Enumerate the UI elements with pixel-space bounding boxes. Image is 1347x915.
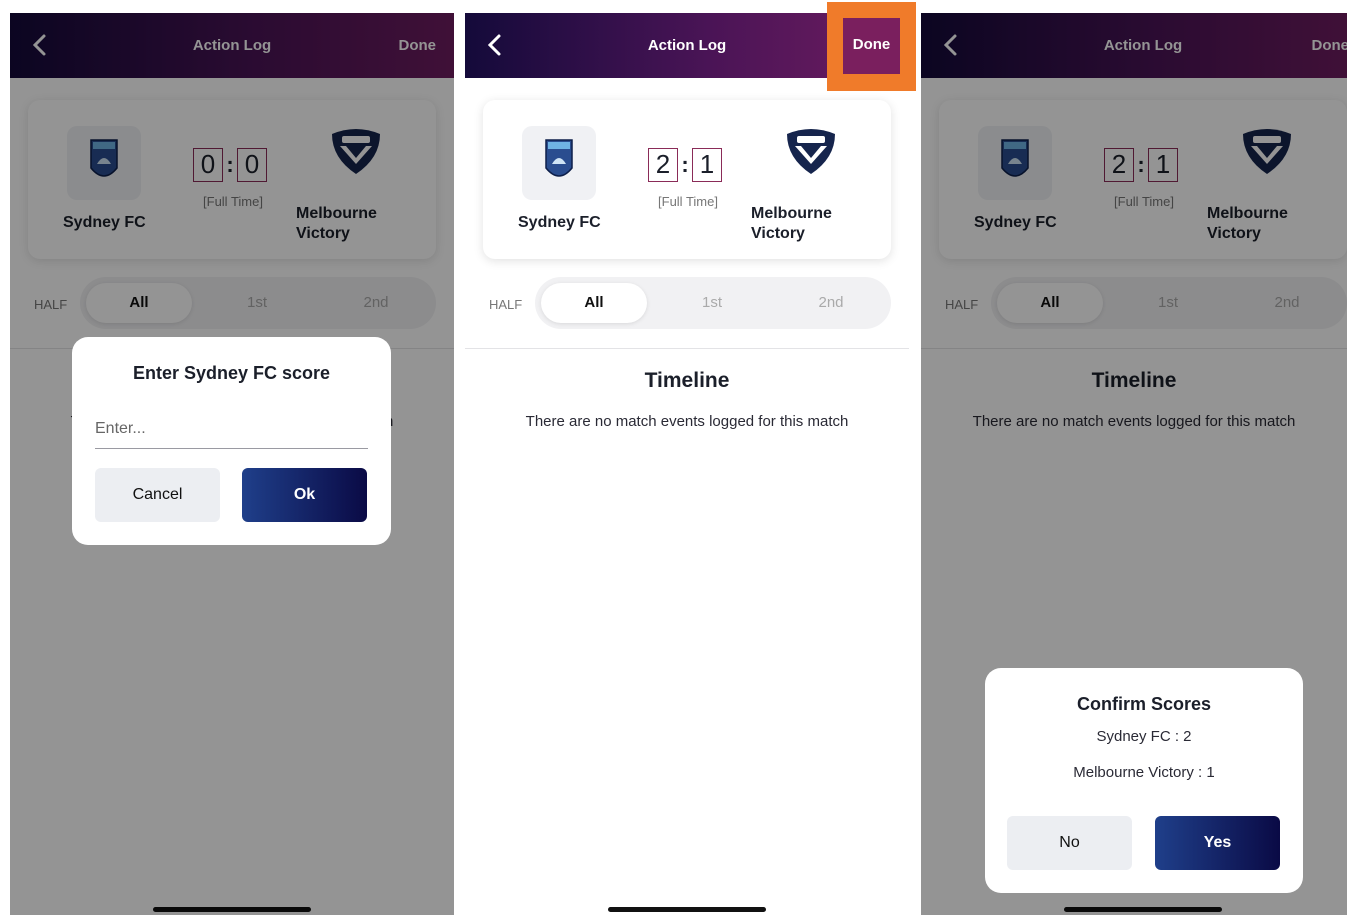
full-time-label: [Full Time] <box>658 194 718 209</box>
timeline-title: Timeline <box>644 369 730 392</box>
divider <box>465 348 909 349</box>
away-score[interactable]: 1 <box>692 148 722 182</box>
dialog-title: Enter Sydney FC score <box>132 363 331 383</box>
score-input[interactable] <box>95 409 368 449</box>
score-separator: : <box>681 152 689 177</box>
confirm-away-score: Melbourne Victory : 1 <box>1073 764 1215 781</box>
half-option-2nd[interactable]: 2nd <box>778 283 884 323</box>
done-button[interactable]: Done <box>843 18 900 74</box>
home-team-name: Sydney FC <box>518 214 601 231</box>
home-score[interactable]: 2 <box>648 148 678 182</box>
no-button[interactable]: No <box>1007 816 1132 870</box>
ok-button[interactable]: Ok <box>242 468 367 522</box>
screen-enter-score: Action Log Done Sydney FC 0 : 0 [Full Ti… <box>10 13 454 915</box>
away-team-name: Melbourne Victory <box>751 205 832 242</box>
score-display: 2 : 1 <box>648 148 722 182</box>
enter-score-dialog: Enter Sydney FC score Cancel Ok <box>72 337 391 545</box>
timeline-empty-message: There are no match events logged for thi… <box>525 413 849 430</box>
half-label: HALF <box>489 297 523 312</box>
half-option-1st[interactable]: 1st <box>659 283 765 323</box>
yes-button[interactable]: Yes <box>1155 816 1280 870</box>
screen-confirm-scores: Action Log Done Sydney FC 2 : 1 [Full Ti… <box>921 13 1347 915</box>
confirm-scores-dialog: Confirm Scores Sydney FC : 2 Melbourne V… <box>985 668 1303 893</box>
melbourne-victory-crest <box>787 129 835 174</box>
screen-action-log: Action Log Sydney FC 2 : 1 [Full Time] M… <box>465 13 909 915</box>
half-segmented-control: All 1st 2nd <box>535 277 891 329</box>
half-selector: HALF All 1st 2nd <box>465 277 909 329</box>
home-indicator <box>608 907 766 912</box>
dialog-title: Confirm Scores <box>1076 694 1212 714</box>
sydney-fc-crest <box>522 126 596 200</box>
confirm-home-score: Sydney FC : 2 <box>1096 728 1192 745</box>
score-card: Sydney FC 2 : 1 [Full Time] Melbourne Vi… <box>483 100 891 259</box>
half-option-all[interactable]: All <box>541 283 647 323</box>
cancel-button[interactable]: Cancel <box>95 468 220 522</box>
